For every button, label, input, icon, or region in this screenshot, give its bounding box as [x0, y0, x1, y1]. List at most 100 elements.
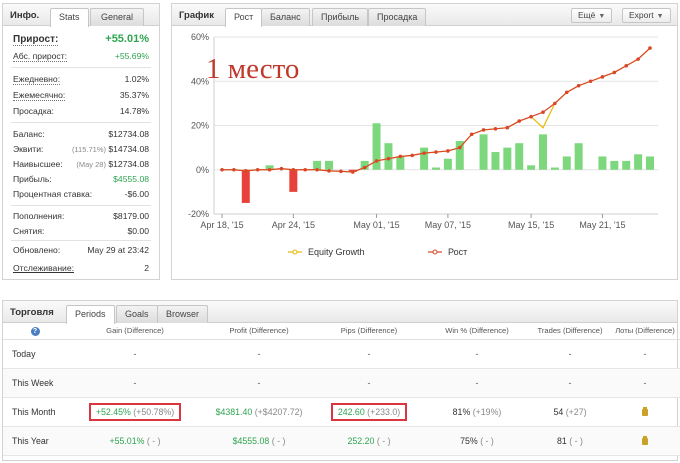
bar	[634, 154, 643, 170]
export-button[interactable]: Export ▼	[622, 8, 671, 23]
win-value: 75%	[460, 435, 478, 446]
gain-value: +55.01%	[109, 435, 145, 446]
separator	[11, 205, 151, 206]
tab-goals[interactable]: Goals	[116, 305, 158, 323]
bar	[396, 156, 405, 170]
pips-cell: 242.60 (+233.0)	[315, 397, 423, 427]
tab-profit[interactable]: Прибыль	[312, 8, 369, 26]
data-point	[529, 114, 533, 119]
col-header-lots[interactable]: Лоты (Difference)	[609, 323, 680, 340]
data-point	[303, 167, 308, 172]
lots-cell	[609, 426, 680, 456]
help-icon[interactable]: ?	[30, 326, 40, 336]
equity-value: (115.71%) $14734.08	[72, 144, 149, 154]
x-tick-label: May 07, '15	[425, 220, 471, 230]
monthly-label[interactable]: Ежемесячно:	[13, 90, 66, 101]
bar	[491, 152, 500, 170]
info-row-interest: Процентная ставка: -$6.00	[3, 187, 159, 201]
highlight-box: 242.60 (+233.0)	[330, 402, 408, 421]
gain-diff: ( - )	[146, 435, 161, 446]
data-point	[410, 153, 415, 158]
data-point	[327, 169, 331, 173]
data-point	[648, 46, 652, 50]
col-header-gain[interactable]: Gain (Difference)	[67, 323, 203, 340]
more-button[interactable]: Ещё ▼	[571, 8, 613, 23]
y-tick-label: 20%	[191, 121, 209, 131]
abs-gain-label[interactable]: Абс. прирост:	[13, 51, 68, 62]
chart-panel: График Рост Баланс Прибыль Просадка Ещё ▼…	[171, 3, 678, 280]
data-point	[350, 170, 355, 174]
tab-browser[interactable]: Browser	[157, 305, 209, 323]
trading-title: Торговля	[10, 307, 54, 318]
info-tabbar: Инфо. Stats General	[3, 4, 159, 27]
chart-title: График	[179, 10, 215, 21]
data-point	[398, 154, 403, 159]
gain-cell: -	[67, 339, 203, 369]
x-axis-ticks: Apr 18, '15 Apr 24, '15 May 01, '15 May 07,…	[200, 214, 626, 230]
row-label: This Year	[3, 426, 67, 456]
daily-label[interactable]: Ежедневно:	[13, 74, 61, 85]
info-row-gain: Прирост: +55.01%	[3, 33, 159, 47]
x-tick-label: Apr 18, '15	[200, 220, 243, 230]
bar	[598, 156, 607, 170]
highest-value: (May 28) $12734.08	[76, 159, 149, 169]
withdrawals-label: Снятия:	[13, 226, 45, 236]
x-tick-label: Apr 24, '15	[272, 220, 315, 230]
profit-diff: ( - )	[271, 435, 286, 446]
data-point	[481, 128, 486, 132]
col-header-pips[interactable]: Pips (Difference)	[315, 323, 423, 340]
data-point	[220, 167, 224, 172]
highest-amount: $12734.08	[108, 159, 149, 169]
separator	[11, 122, 151, 123]
bar	[610, 160, 619, 170]
info-row-drawdown: Просадка: 14.78%	[3, 104, 159, 118]
tab-balance[interactable]: Баланс	[261, 8, 310, 26]
tab-periods[interactable]: Periods	[66, 305, 115, 324]
profit-cell: $4381.40 (+$4207.72)	[203, 397, 315, 427]
data-point	[386, 156, 391, 161]
bar	[289, 169, 298, 192]
info-row-abs-gain: Абс. прирост: +55.69%	[3, 49, 159, 63]
lots-lock-icon[interactable]	[642, 408, 648, 416]
gain-label[interactable]: Прирост:	[13, 34, 59, 46]
more-button-label: Ещё	[578, 10, 596, 20]
pips-diff: ( - )	[376, 435, 391, 446]
tab-general[interactable]: General	[90, 8, 145, 26]
trades-diff: (+27)	[565, 406, 587, 417]
tab-drawdown[interactable]: Просадка	[368, 8, 427, 26]
deposits-value: $8179.00	[113, 211, 149, 221]
pips-cell: -	[315, 368, 423, 398]
gain-cell: -	[67, 368, 203, 398]
data-point	[255, 167, 260, 172]
data-point	[374, 159, 379, 163]
gain-value: +55.01%	[105, 33, 149, 45]
y-tick-label: 0%	[196, 165, 209, 175]
win-cell: 75% ( - )	[423, 426, 531, 456]
drawdown-value: 14.78%	[119, 106, 149, 116]
equity-note: (115.71%)	[71, 145, 106, 154]
chevron-down-icon: ▼	[598, 13, 606, 20]
data-point	[469, 132, 474, 137]
info-row-deposits: Пополнения: $8179.00	[3, 209, 159, 223]
legend-marker	[432, 249, 438, 255]
rank-overlay-text: 1 место	[206, 53, 299, 85]
pips-value: 242.60	[337, 406, 365, 417]
profit-cell: $4555.08 ( - )	[203, 426, 315, 456]
growth-chart: 60%40%20%0%-20% Apr 18, '15 Apr 24, '15 Ma…	[188, 32, 658, 257]
lots-lock-icon[interactable]	[642, 437, 648, 445]
tracking-link[interactable]: Отслеживание:	[13, 263, 74, 273]
col-header-win[interactable]: Win % (Difference)	[423, 323, 531, 340]
data-point	[339, 169, 343, 174]
col-header-profit[interactable]: Profit (Difference)	[203, 323, 315, 340]
y-tick-label: -20%	[188, 209, 209, 219]
col-header-trades[interactable]: Trades (Difference)	[531, 323, 609, 340]
tab-stats[interactable]: Stats	[50, 8, 89, 27]
data-point	[588, 79, 593, 84]
tab-growth[interactable]: Рост	[225, 8, 263, 27]
trades-cell: -	[531, 339, 609, 369]
balance-label: Баланс:	[13, 129, 45, 139]
profit-value: $4555.08	[232, 435, 270, 446]
chart-bars	[241, 123, 654, 203]
chart-legend[interactable]: Equity Growth Рост	[288, 247, 467, 257]
win-cell: -	[423, 339, 531, 369]
